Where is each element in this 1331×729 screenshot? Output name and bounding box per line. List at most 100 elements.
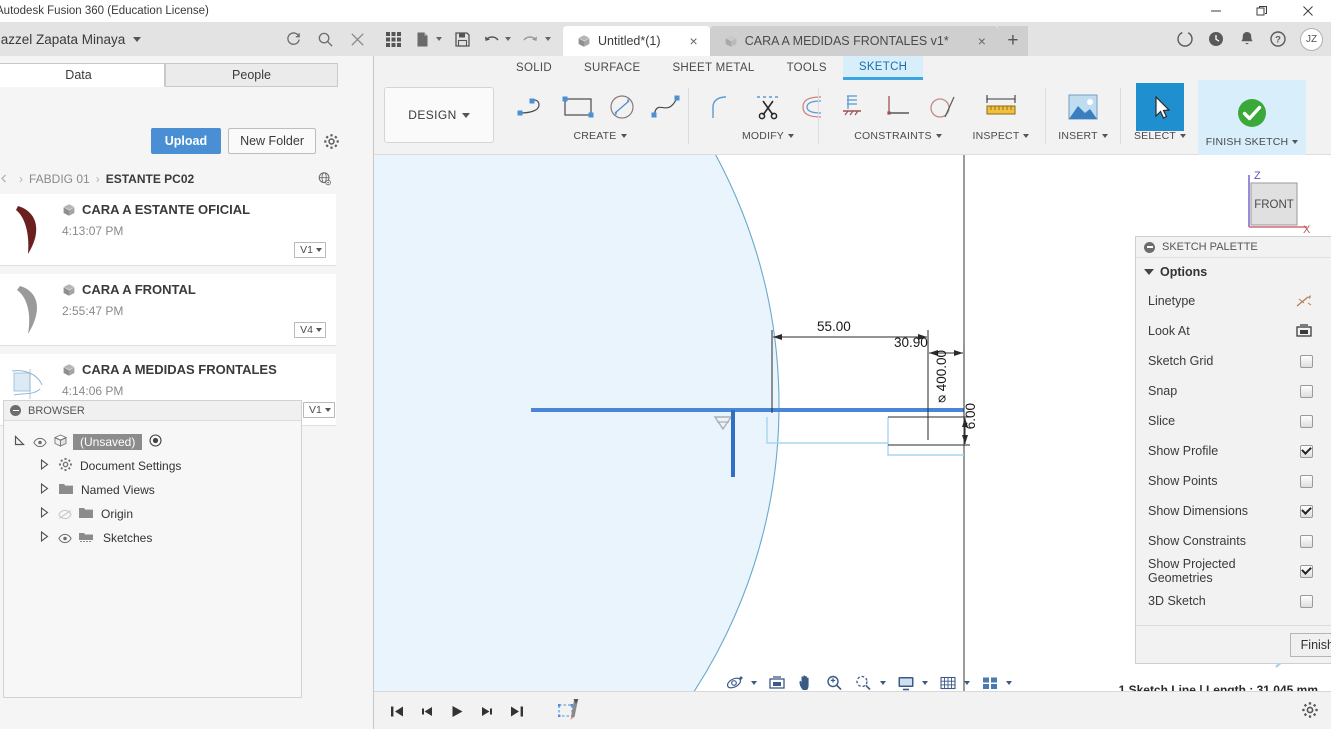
ribbon-tab-sheet-metal[interactable]: SHEET METAL <box>656 56 770 80</box>
redo-icon[interactable] <box>518 26 544 52</box>
document-tab-active[interactable]: Untitled*(1) × <box>563 26 710 56</box>
version-badge[interactable]: V4 <box>294 322 326 338</box>
circle-icon[interactable] <box>601 85 643 129</box>
chevron-right-icon[interactable] <box>40 482 49 497</box>
notifications-icon[interactable] <box>1238 30 1256 48</box>
palette-row-linetype[interactable]: Linetype <box>1136 286 1331 316</box>
new-tab-button[interactable]: + <box>997 26 1028 56</box>
line-icon[interactable] <box>513 85 555 129</box>
tree-root-row[interactable]: (Unsaved) <box>4 430 301 454</box>
search-icon[interactable] <box>314 28 336 50</box>
show-points-checkbox[interactable] <box>1300 474 1313 488</box>
breadcrumb-parent[interactable]: FABDIG 01 <box>29 172 90 186</box>
close-button[interactable] <box>1285 0 1331 22</box>
gear-icon[interactable] <box>323 133 340 150</box>
finish-check-icon[interactable] <box>1231 91 1273 135</box>
go-to-end-icon[interactable] <box>508 701 526 721</box>
chevron-down-icon[interactable] <box>545 37 551 41</box>
play-icon[interactable] <box>448 701 466 721</box>
slice-checkbox[interactable] <box>1300 414 1313 428</box>
view-cube[interactable]: Z X FRONT <box>1229 165 1313 237</box>
restore-button[interactable] <box>1239 0 1285 22</box>
tree-item-document-settings[interactable]: Document Settings <box>4 454 301 478</box>
chevron-down-icon[interactable] <box>880 681 886 685</box>
ribbon-group-label[interactable]: INSERT <box>1058 130 1108 142</box>
visibility-eye-off-icon[interactable] <box>58 509 72 520</box>
app-grid-icon[interactable] <box>380 26 406 52</box>
document-tab-inactive[interactable]: CARA A MEDIDAS FRONTALES v1* × <box>709 26 998 56</box>
ribbon-group-label[interactable]: MODIFY <box>742 130 795 142</box>
options-section-header[interactable]: Options <box>1136 258 1331 286</box>
save-icon[interactable] <box>449 26 475 52</box>
insert-image-icon[interactable] <box>1062 85 1104 129</box>
tab-data[interactable]: Data <box>0 63 165 87</box>
chevron-down-icon[interactable] <box>436 37 442 41</box>
trim-icon[interactable] <box>747 85 789 129</box>
gear-icon[interactable] <box>1301 701 1319 724</box>
ribbon-group-label[interactable]: INSPECT <box>973 130 1030 142</box>
expand-arrow-icon[interactable] <box>14 435 25 449</box>
ribbon-tab-tools[interactable]: TOOLS <box>771 56 843 80</box>
tree-item-origin[interactable]: Origin <box>4 502 301 526</box>
tab-people[interactable]: People <box>165 63 338 87</box>
step-back-icon[interactable] <box>418 701 436 721</box>
visibility-eye-icon[interactable] <box>33 437 47 448</box>
collapse-icon[interactable] <box>10 405 21 416</box>
palette-row-show-dimensions[interactable]: Show Dimensions <box>1136 496 1331 526</box>
refresh-icon[interactable] <box>282 28 304 50</box>
minimize-button[interactable] <box>1193 0 1239 22</box>
ribbon-group-label[interactable]: CREATE <box>573 130 627 142</box>
show-profile-checkbox[interactable] <box>1300 444 1313 458</box>
dimension-text-30-90[interactable]: 30.90 <box>894 335 928 350</box>
workspace-selector[interactable]: DESIGN <box>384 87 494 143</box>
3d-sketch-checkbox[interactable] <box>1300 594 1313 608</box>
recent-icon[interactable] <box>1207 30 1225 48</box>
step-forward-icon[interactable] <box>478 701 496 721</box>
chevron-right-icon[interactable] <box>40 506 49 521</box>
list-item[interactable]: CARA A ESTANTE OFICIAL 4:13:07 PM V1 <box>0 194 336 266</box>
palette-row-show-constraints[interactable]: Show Constraints <box>1136 526 1331 556</box>
show-constraints-checkbox[interactable] <box>1300 534 1313 548</box>
fillet-icon[interactable] <box>703 85 745 129</box>
chevron-down-icon[interactable] <box>505 37 511 41</box>
show-projected-geometries-checkbox[interactable] <box>1300 564 1313 578</box>
chevron-down-icon[interactable] <box>1006 681 1012 685</box>
palette-row-show-projected-geometries[interactable]: Show Projected Geometries <box>1136 556 1331 586</box>
chevron-down-icon[interactable] <box>751 681 757 685</box>
palette-row-look-at[interactable]: Look At <box>1136 316 1331 346</box>
palette-row-show-profile[interactable]: Show Profile <box>1136 436 1331 466</box>
sketch-canvas[interactable]: 55.00 30.90 ⌀400.00 6.00 Z X FRONT SKETC… <box>374 155 1331 707</box>
fix-constraint-icon[interactable] <box>833 85 875 129</box>
close-tab-icon[interactable]: × <box>956 33 986 49</box>
palette-row-3d-sketch[interactable]: 3D Sketch <box>1136 586 1331 616</box>
breadcrumb-back-icon[interactable] <box>0 172 9 186</box>
show-dimensions-checkbox[interactable] <box>1300 504 1313 518</box>
dimension-text-6[interactable]: 6.00 <box>963 403 978 429</box>
user-name[interactable]: Jazzel Zapata Minaya <box>0 32 125 47</box>
ribbon-tab-solid[interactable]: SOLID <box>500 56 568 80</box>
list-item[interactable]: CARA A FRONTAL 2:55:47 PM V4 <box>0 274 336 346</box>
finish-button[interactable]: Finish <box>1289 632 1331 657</box>
rectangle-icon[interactable] <box>557 85 599 129</box>
radio-active-icon[interactable] <box>149 434 162 450</box>
ribbon-group-label[interactable]: CONSTRAINTS <box>854 130 942 142</box>
linetype-icon[interactable] <box>1295 293 1313 309</box>
help-icon[interactable]: ? <box>1269 30 1287 48</box>
chevron-right-icon[interactable] <box>40 530 49 545</box>
visibility-eye-icon[interactable] <box>58 533 72 544</box>
new-folder-button[interactable]: New Folder <box>228 128 316 154</box>
sketch-grid-checkbox[interactable] <box>1300 354 1313 368</box>
palette-row-show-points[interactable]: Show Points <box>1136 466 1331 496</box>
ribbon-group-label[interactable]: FINISH SKETCH <box>1206 136 1299 148</box>
close-tab-icon[interactable]: × <box>668 33 698 49</box>
dimension-text-55[interactable]: 55.00 <box>817 319 851 334</box>
collapse-icon[interactable] <box>1144 241 1155 253</box>
measure-icon[interactable] <box>980 85 1022 129</box>
look-at-icon[interactable] <box>1295 323 1313 339</box>
palette-row-snap[interactable]: Snap <box>1136 376 1331 406</box>
close-panel-icon[interactable] <box>346 28 368 50</box>
select-cursor-icon[interactable] <box>1136 83 1184 131</box>
upload-button[interactable]: Upload <box>150 128 222 154</box>
avatar[interactable]: JZ <box>1300 27 1323 51</box>
go-to-start-icon[interactable] <box>388 701 406 721</box>
